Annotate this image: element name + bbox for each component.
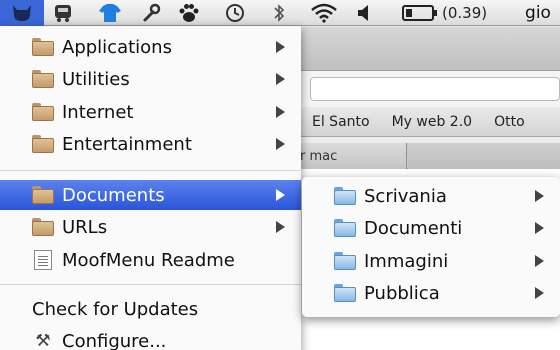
address-field[interactable] <box>310 77 560 101</box>
wifi-icon[interactable] <box>304 0 344 26</box>
browser-toolbar <box>300 27 560 71</box>
menu-item-utilities[interactable]: Utilities <box>0 64 301 94</box>
browser-tab-inactive[interactable] <box>408 143 560 169</box>
submenu-arrow-icon <box>276 41 285 53</box>
menu-item-label: Internet <box>62 101 134 123</box>
folder-icon <box>32 218 54 236</box>
folder-icon <box>334 219 356 237</box>
battery-icon <box>402 5 437 21</box>
shirt-icon[interactable] <box>92 0 128 26</box>
folder-icon <box>32 38 54 56</box>
bookmark-otto[interactable]: Otto <box>494 114 525 130</box>
menu-item-documents[interactable]: Documents <box>0 180 301 210</box>
browser-tab[interactable]: r mac <box>300 143 407 169</box>
submenu-arrow-icon <box>276 106 285 118</box>
menu-item-label: Documents <box>62 184 165 206</box>
menu-item-check-for-updates[interactable]: Check for Updates <box>0 294 301 324</box>
user-name[interactable]: gio <box>516 0 560 26</box>
submenu-arrow-icon <box>276 138 285 150</box>
menu-bar: (0.39) gio <box>0 0 560 26</box>
paw-icon[interactable] <box>172 0 206 26</box>
time-machine-icon[interactable] <box>218 0 252 26</box>
menu-item-label: MoofMenu Readme <box>62 249 235 271</box>
battery-status[interactable]: (0.39) <box>402 0 512 26</box>
submenu-item-scrivania[interactable]: Scrivania <box>302 181 560 211</box>
bookmarks-bar: El Santo My web 2.0 Otto <box>300 107 560 137</box>
menu-item-urls[interactable]: URLs <box>0 212 301 242</box>
wrench-icon[interactable] <box>136 0 166 26</box>
submenu-item-documenti[interactable]: Documenti <box>302 213 560 243</box>
menu-separator <box>0 284 301 285</box>
submenu-item-label: Immagini <box>364 250 449 272</box>
menu-item-label: Check for Updates <box>32 298 199 320</box>
menu-item-entertainment[interactable]: Entertainment <box>0 129 301 159</box>
bookmark-el-santo[interactable]: El Santo <box>312 114 370 130</box>
folder-icon <box>32 186 54 204</box>
menu-item-label: Applications <box>62 36 172 58</box>
battery-percentage: (0.39) <box>442 4 488 22</box>
menu-separator <box>0 170 301 171</box>
submenu-arrow-icon <box>535 222 544 234</box>
train-icon[interactable] <box>48 0 78 26</box>
submenu-arrow-icon <box>535 190 544 202</box>
bookmark-my-web[interactable]: My web 2.0 <box>392 114 472 130</box>
cat-icon <box>13 5 31 21</box>
menu-item-moofmenu-readme[interactable]: MoofMenu Readme <box>0 245 301 275</box>
menu-item-label: Configure... <box>62 330 167 350</box>
moofmenu-extra[interactable] <box>0 0 44 26</box>
menu-item-label: Entertainment <box>62 133 192 155</box>
document-icon <box>34 250 52 270</box>
bluetooth-icon[interactable] <box>264 0 294 26</box>
folder-icon <box>334 284 356 302</box>
folder-icon <box>32 135 54 153</box>
submenu-item-immagini[interactable]: Immagini <box>302 246 560 276</box>
menu-item-configure[interactable]: ⚒ Configure... <box>0 326 301 350</box>
browser-tab-label: r mac <box>300 148 338 164</box>
menu-item-label: Utilities <box>62 68 130 90</box>
menu-item-label: URLs <box>62 216 108 238</box>
submenu-item-pubblica[interactable]: Pubblica <box>302 278 560 308</box>
submenu-item-label: Pubblica <box>364 282 440 304</box>
folder-icon <box>334 252 356 270</box>
submenu-arrow-icon <box>535 255 544 267</box>
submenu-item-label: Scrivania <box>364 185 447 207</box>
folder-icon <box>32 70 54 88</box>
submenu-arrow-icon <box>276 73 285 85</box>
tools-icon: ⚒ <box>35 331 51 350</box>
moofmenu-dropdown: Applications Utilities Internet Entertai… <box>0 26 301 350</box>
submenu-arrow-icon <box>276 189 285 201</box>
submenu-arrow-icon <box>535 287 544 299</box>
folder-icon <box>334 187 356 205</box>
folder-icon <box>32 103 54 121</box>
menu-item-internet[interactable]: Internet <box>0 97 301 127</box>
volume-icon[interactable] <box>352 0 376 26</box>
submenu-item-label: Documenti <box>364 217 463 239</box>
submenu-arrow-icon <box>276 221 285 233</box>
menu-item-applications[interactable]: Applications <box>0 32 301 62</box>
documents-submenu: Scrivania Documenti Immagini Pubblica <box>302 177 560 317</box>
